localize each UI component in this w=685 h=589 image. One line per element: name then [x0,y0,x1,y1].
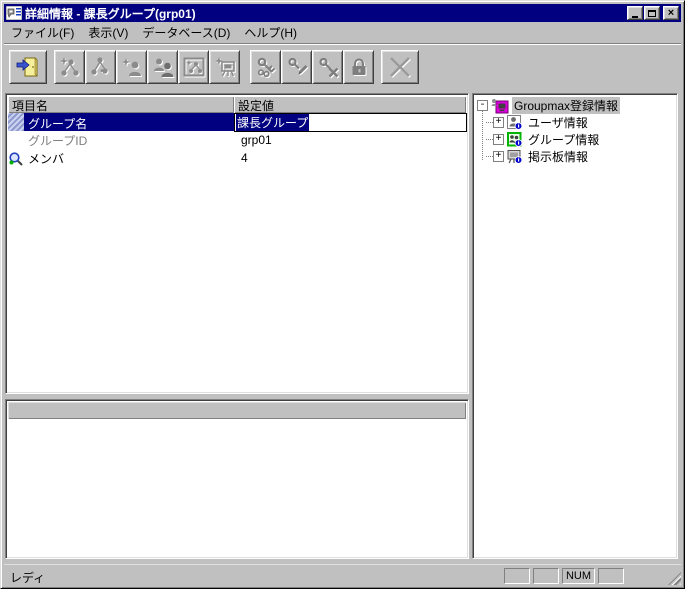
detail-list-panel [5,399,469,559]
table-header: 項目名 設定値 [8,96,466,113]
group-name-input[interactable]: 課長グループ [234,113,467,132]
add-board-button[interactable] [209,50,240,84]
tree-label-root[interactable]: Groupmax登録情報 [512,97,620,114]
minimize-button[interactable] [627,6,643,20]
status-pane-2 [533,568,559,584]
tree-node-user-info[interactable]: + ユーザ情報 [486,114,677,131]
tree-node-group-info[interactable]: + グループ情報 [486,131,677,148]
add-board-icon [214,56,236,78]
board-info-icon [507,149,523,164]
table-row-group-id[interactable]: グループID grp01 [8,131,466,149]
table-body: グループ名 課長グループ グループID grp01 メンバ 4 [8,113,466,167]
member-search-icon [8,151,24,167]
minimize-icon [632,16,638,18]
menu-view[interactable]: 表示(V) [81,22,135,43]
organization-frame-icon [183,56,205,78]
menu-database[interactable]: データベース(D) [135,22,237,43]
status-message: レディ [10,569,45,586]
detail-list-header [8,402,466,419]
property-panel: 項目名 設定値 グループ名 課長グループ グループID grp01 [5,93,469,394]
close-button[interactable]: × [663,6,679,20]
tree-connector [486,139,493,140]
lock-button[interactable] [343,50,374,84]
organization-frame-button[interactable] [178,50,209,84]
tree-connector [486,122,493,123]
group-name-selected-text: 課長グループ [236,114,309,131]
tree-label-group-info[interactable]: グループ情報 [526,131,601,148]
expand-box-icon[interactable]: + [493,134,504,145]
app-icon[interactable] [6,6,22,20]
titlebar[interactable]: 詳細情報 - 課長グループ(grp01) × [4,4,681,22]
menubar: ファイル(F) 表示(V) データベース(D) ヘルプ(H) [4,23,681,42]
user-group-icon [152,56,174,78]
add-user-button[interactable] [116,50,147,84]
tree-panel: - Groupmax登録情報 + [472,93,678,559]
exit-door-icon [16,56,40,78]
key-edit-button[interactable] [281,50,312,84]
table-row-members[interactable]: メンバ 4 [8,149,466,167]
members-count-value: 4 [241,151,248,165]
resize-grip[interactable] [668,572,681,585]
key-delete-icon [317,56,339,78]
menu-file[interactable]: ファイル(F) [4,22,81,43]
move-organization-icon [90,56,112,78]
tree-label-board-info[interactable]: 掲示板情報 [526,148,590,165]
lock-icon [348,56,370,78]
move-organization-button[interactable] [85,50,116,84]
key-view-icon [255,56,277,78]
maximize-button[interactable] [644,6,660,20]
toolbar [4,45,681,88]
tree-node-root[interactable]: - Groupmax登録情報 [477,97,677,114]
groupmax-tree: - Groupmax登録情報 + [473,94,677,165]
delete-icon [388,56,412,78]
group-id-value: grp01 [241,133,272,147]
status-pane-num: NUM [562,568,595,584]
add-organization-button[interactable] [54,50,85,84]
close-icon: × [668,8,674,18]
delete-button[interactable] [381,50,419,84]
expand-box-icon[interactable]: + [493,117,504,128]
tree-connector [486,156,493,157]
maximize-icon [648,10,656,17]
user-info-icon [507,115,523,130]
status-pane-3 [598,568,624,584]
statusbar: レディ NUM [4,564,681,585]
add-user-icon [121,56,143,78]
tree-node-board-info[interactable]: + 掲示板情報 [486,148,677,165]
status-pane-1 [504,568,530,584]
key-edit-icon [286,56,308,78]
tree-connector-line [482,108,483,160]
group-info-icon [507,132,523,147]
row-label-group-name: グループ名 [24,113,234,131]
window-title: 詳細情報 - 課長グループ(grp01) [25,5,626,22]
add-organization-icon [59,56,81,78]
exit-button[interactable] [9,50,47,84]
menu-help[interactable]: ヘルプ(H) [237,22,304,43]
user-group-button[interactable] [147,50,178,84]
collapse-box-icon[interactable]: - [477,100,488,111]
selected-row-marker-icon [8,113,24,131]
tree-label-user-info[interactable]: ユーザ情報 [526,114,590,131]
expand-box-icon[interactable]: + [493,151,504,162]
detail-info-window: 詳細情報 - 課長グループ(grp01) × ファイル(F) 表示(V) データ… [0,0,685,589]
groupmax-root-icon [491,98,509,114]
key-view-button[interactable] [250,50,281,84]
column-header-item-name[interactable]: 項目名 [8,96,234,113]
row-label-group-id: グループID [8,132,87,149]
table-row-group-name[interactable]: グループ名 課長グループ [8,113,466,131]
key-delete-button[interactable] [312,50,343,84]
column-header-value[interactable]: 設定値 [234,96,466,113]
row-label-members: メンバ [24,150,64,167]
